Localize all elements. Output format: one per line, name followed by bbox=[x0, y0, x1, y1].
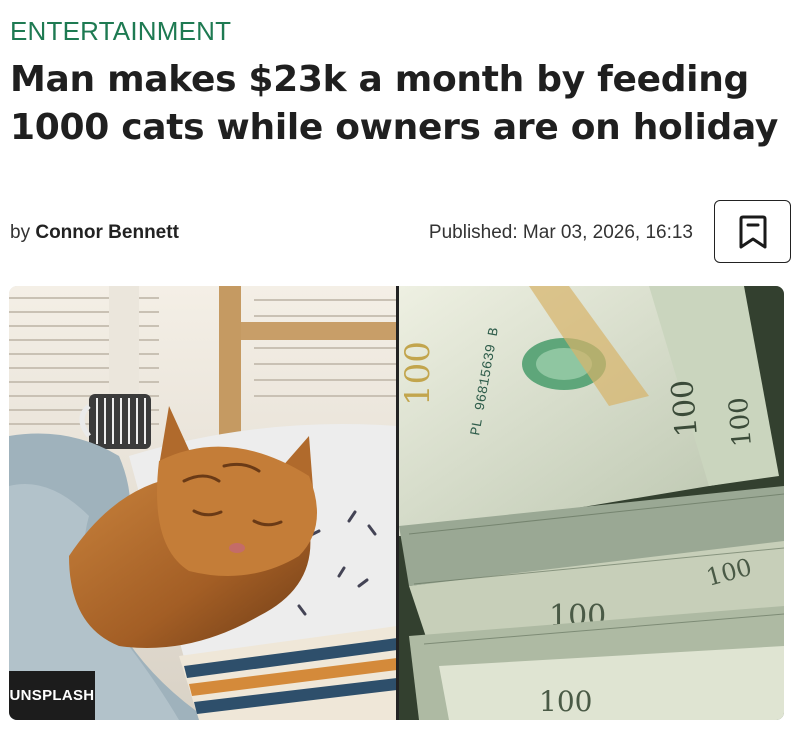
svg-text:100: 100 bbox=[539, 685, 592, 718]
money-photo: 100 PL 96815639 B 100 100 100 100 100 bbox=[398, 286, 784, 720]
article-headline: Man makes $23k a month by feeding 1000 c… bbox=[10, 59, 779, 148]
article-hero-image: 100 PL 96815639 B 100 100 100 100 100 bbox=[9, 286, 784, 720]
svg-text:100: 100 bbox=[398, 341, 438, 406]
published-date: Published: Mar 03, 2026, 16:13 bbox=[428, 222, 693, 243]
bookmark-icon bbox=[739, 215, 766, 248]
category-label[interactable]: ENTERTAINMENT bbox=[10, 16, 231, 47]
photo-credit: UNSPLASH bbox=[9, 671, 95, 720]
svg-text:100: 100 bbox=[665, 378, 705, 438]
svg-text:100: 100 bbox=[724, 396, 758, 448]
bookmark-button[interactable] bbox=[714, 200, 791, 263]
byline: by Connor Bennett bbox=[10, 222, 179, 244]
byline-prefix: by bbox=[10, 222, 31, 243]
cat-photo bbox=[9, 286, 397, 720]
author-link[interactable]: Connor Bennett bbox=[35, 222, 179, 243]
